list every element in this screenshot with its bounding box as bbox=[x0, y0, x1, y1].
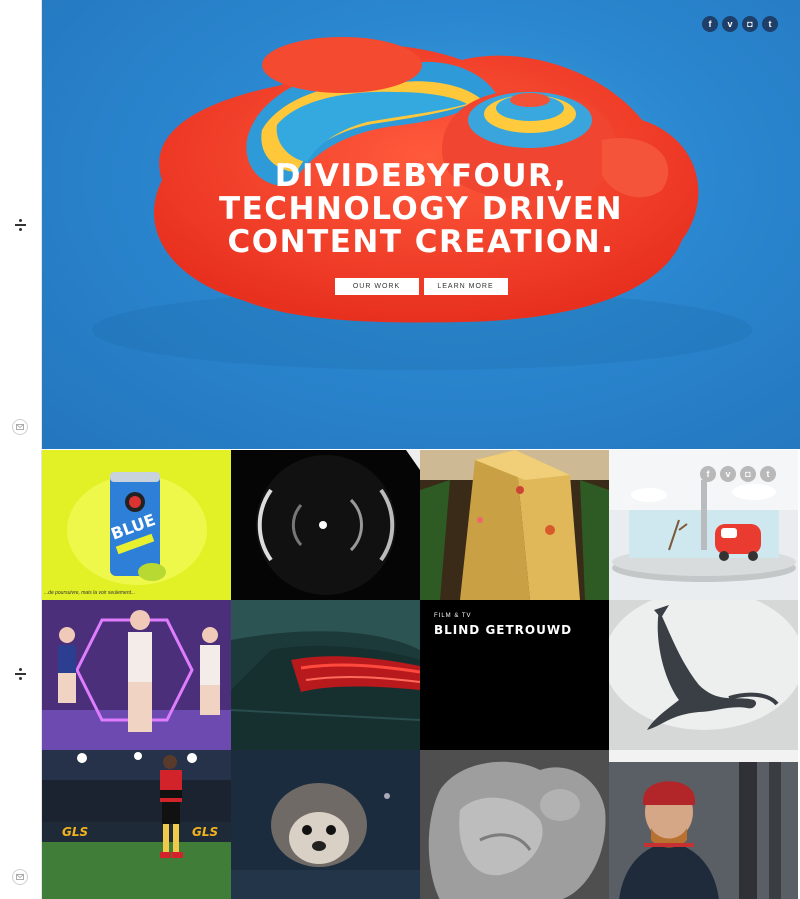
divide-icon[interactable] bbox=[13, 666, 29, 682]
project-tile-sculpture[interactable] bbox=[420, 750, 609, 899]
ad-board-text-left: GLS bbox=[62, 825, 88, 839]
project-tile-man-red-beanie[interactable] bbox=[609, 750, 798, 899]
tile-disclaimer: ...de poursuivre, mais la voir seulement… bbox=[44, 590, 136, 596]
headline-line-3: CONTENT CREATION. bbox=[227, 224, 615, 260]
project-tile-football-player[interactable]: GLS GLS bbox=[42, 750, 231, 899]
project-tile-whale[interactable] bbox=[609, 600, 798, 750]
tile-category: FILM & TV bbox=[434, 613, 472, 619]
project-grid: BLUE ...de poursuivre, mais la voir seul… bbox=[42, 450, 800, 899]
hero-buttons: OUR WORK LEARN MORE bbox=[42, 278, 800, 295]
instagram-icon[interactable]: ◘ bbox=[742, 16, 758, 32]
grid-social-links: f v ◘ t bbox=[700, 466, 776, 482]
project-tile-blue-can[interactable]: BLUE ...de poursuivre, mais la voir seul… bbox=[42, 450, 231, 600]
project-tile-neon-dancers[interactable] bbox=[42, 600, 231, 750]
facebook-icon[interactable]: f bbox=[702, 16, 718, 32]
hero-social-links: f v ◘ t bbox=[702, 16, 778, 32]
divide-icon[interactable] bbox=[13, 217, 29, 233]
twitter-icon[interactable]: t bbox=[760, 466, 776, 482]
page: f v ◘ t DIVIDEBYFOUR, TECHNOLOGY DRIVEN … bbox=[0, 0, 800, 899]
hero-headline: DIVIDEBYFOUR, TECHNOLOGY DRIVEN CONTENT … bbox=[42, 160, 800, 259]
project-tile-hedgehog[interactable] bbox=[231, 750, 420, 899]
side-rail-bottom bbox=[0, 450, 42, 899]
project-tile-dark-eye[interactable] bbox=[231, 450, 420, 600]
mail-icon[interactable] bbox=[12, 869, 28, 885]
vimeo-icon[interactable]: v bbox=[720, 466, 736, 482]
tile-caption: FILM & TV BLIND GETROUWD bbox=[434, 613, 572, 637]
instagram-icon[interactable]: ◘ bbox=[740, 466, 756, 482]
learn-more-button[interactable]: LEARN MORE bbox=[423, 278, 508, 295]
hero-banner: f v ◘ t DIVIDEBYFOUR, TECHNOLOGY DRIVEN … bbox=[42, 0, 800, 449]
vimeo-icon[interactable]: v bbox=[722, 16, 738, 32]
project-tile-gift-wrap[interactable] bbox=[420, 450, 609, 600]
project-tile-car-taillight[interactable] bbox=[231, 600, 420, 750]
ad-board-text-right: GLS bbox=[192, 825, 218, 839]
twitter-icon[interactable]: t bbox=[762, 16, 778, 32]
headline-line-2: TECHNOLOGY DRIVEN bbox=[218, 191, 624, 227]
project-tile-toy-car[interactable]: f v ◘ t bbox=[609, 450, 798, 600]
side-rail-top bbox=[0, 0, 42, 449]
headline-line-1: DIVIDEBYFOUR, bbox=[274, 158, 568, 194]
facebook-icon[interactable]: f bbox=[700, 466, 716, 482]
our-work-button[interactable]: OUR WORK bbox=[334, 278, 419, 295]
mail-icon[interactable] bbox=[12, 419, 28, 435]
tile-title: BLIND GETROUWD bbox=[434, 623, 573, 637]
project-tile-blind-getrouwd[interactable]: FILM & TV BLIND GETROUWD bbox=[420, 600, 609, 750]
